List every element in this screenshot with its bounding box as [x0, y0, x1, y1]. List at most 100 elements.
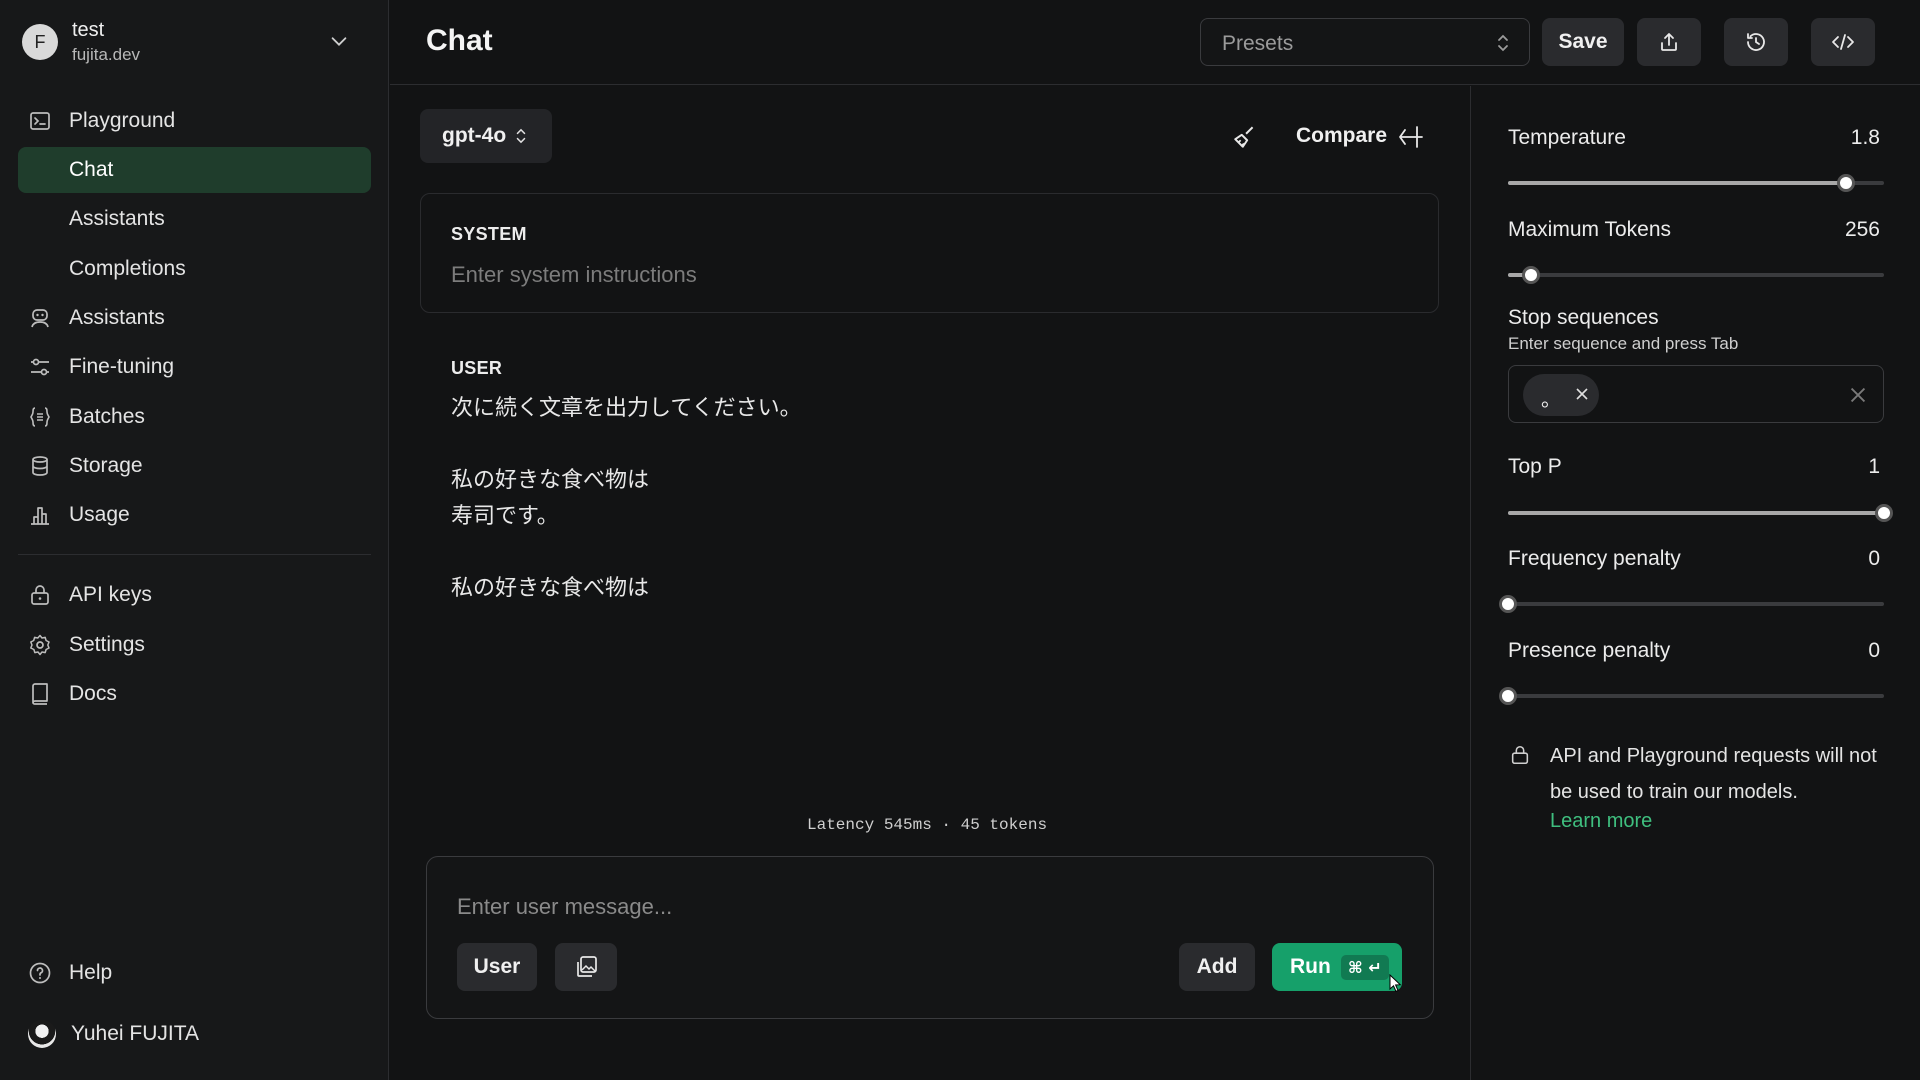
- bar-chart-icon: [28, 503, 52, 527]
- sidebar-item-playground[interactable]: Playground: [18, 98, 371, 144]
- chevron-down-icon[interactable]: [328, 30, 350, 52]
- org-domain: fujita.dev: [72, 45, 141, 64]
- presence-penalty-slider[interactable]: [1499, 687, 1884, 705]
- sidebar-item-label: API keys: [69, 583, 152, 606]
- sidebar-item-label: Assistants: [69, 306, 165, 329]
- presence-penalty-label: Presence penalty: [1508, 639, 1671, 662]
- frequency-penalty-label: Frequency penalty: [1508, 547, 1681, 570]
- header: Chat Presets Save: [390, 0, 1920, 85]
- sidebar-item-label: Batches: [69, 405, 145, 428]
- sidebar-item-usage[interactable]: Usage: [18, 492, 371, 538]
- run-button[interactable]: Run ⌘ ↵: [1272, 943, 1402, 991]
- clear-broom-icon[interactable]: [1232, 124, 1258, 150]
- slider-thumb[interactable]: [1875, 504, 1893, 522]
- learn-more-link[interactable]: Learn more: [1550, 810, 1652, 833]
- presets-select[interactable]: Presets: [1200, 18, 1530, 66]
- slider-thumb[interactable]: [1499, 595, 1517, 613]
- system-instructions-input[interactable]: Enter system instructions: [451, 262, 697, 288]
- stop-sequence-chip[interactable]: 。: [1523, 374, 1599, 416]
- avatar: [28, 1020, 56, 1048]
- sliders-icon: [28, 355, 52, 379]
- chevron-up-down-icon: [514, 125, 528, 147]
- lock-icon: [28, 583, 52, 607]
- history-icon: [1744, 30, 1768, 54]
- sidebar-item-storage[interactable]: Storage: [18, 443, 371, 489]
- temperature-value[interactable]: 1.8: [1851, 126, 1880, 150]
- frequency-penalty-value[interactable]: 0: [1868, 547, 1880, 571]
- run-shortcut: ⌘ ↵: [1340, 954, 1389, 980]
- sidebar-item-playground-assistants[interactable]: Assistants: [18, 196, 371, 242]
- code-icon: [1830, 30, 1856, 54]
- parameters-panel: Temperature 1.8 Maximum Tokens 256 Stop …: [1470, 86, 1920, 1080]
- clear-icon[interactable]: [1849, 386, 1867, 404]
- message-composer: Enter user message... User Add Run ⌘ ↵: [426, 856, 1434, 1019]
- compare-arrows-icon[interactable]: [1397, 124, 1425, 150]
- org-switcher[interactable]: F test fujita.dev: [18, 16, 358, 68]
- list-braces-icon: [28, 405, 52, 429]
- user-menu[interactable]: Yuhei FUJITA: [18, 1014, 199, 1054]
- chevron-up-down-icon: [1495, 32, 1511, 54]
- org-name: test: [72, 19, 105, 41]
- temperature-label: Temperature: [1508, 126, 1626, 149]
- history-button[interactable]: [1724, 18, 1788, 66]
- view-code-button[interactable]: [1811, 18, 1875, 66]
- presets-placeholder: Presets: [1222, 32, 1294, 55]
- database-icon: [28, 454, 52, 478]
- user-message-text[interactable]: 次に続く文章を出力してください。 私の好きな食べ物は 寿司です。 私の好きな食べ…: [451, 391, 802, 607]
- model-select[interactable]: gpt-4o: [420, 109, 552, 163]
- stop-sequences-label: Stop sequences: [1508, 306, 1659, 329]
- sidebar-item-label: Completions: [69, 257, 186, 280]
- stop-sequences-input[interactable]: 。: [1508, 365, 1884, 423]
- max-tokens-slider[interactable]: [1508, 266, 1884, 284]
- lock-icon: [1509, 743, 1531, 767]
- top-p-slider[interactable]: [1508, 504, 1893, 522]
- model-name: gpt-4o: [442, 124, 507, 147]
- stop-sequence-text: 。: [1541, 389, 1561, 411]
- max-tokens-label: Maximum Tokens: [1508, 218, 1671, 241]
- sidebar-item-label: Playground: [69, 109, 176, 132]
- terminal-icon: [28, 109, 52, 133]
- sidebar-item-batches[interactable]: Batches: [18, 394, 371, 440]
- temperature-slider[interactable]: [1508, 174, 1884, 192]
- top-p-value[interactable]: 1: [1868, 455, 1880, 479]
- presence-penalty-value[interactable]: 0: [1868, 639, 1880, 663]
- system-label: SYSTEM: [451, 224, 527, 244]
- sidebar-item-help[interactable]: Help: [18, 950, 371, 996]
- add-message-button[interactable]: Add: [1179, 943, 1255, 991]
- sidebar-item-api-keys[interactable]: API keys: [18, 572, 371, 618]
- slider-thumb[interactable]: [1499, 687, 1517, 705]
- sidebar-item-chat[interactable]: Chat: [18, 147, 371, 193]
- user-message-input[interactable]: Enter user message...: [457, 894, 672, 920]
- sidebar-item-fine-tuning[interactable]: Fine-tuning: [18, 344, 371, 390]
- save-button[interactable]: Save: [1542, 18, 1624, 66]
- sidebar-item-label: Fine-tuning: [69, 355, 175, 378]
- top-p-label: Top P: [1508, 455, 1562, 478]
- sidebar-item-docs[interactable]: Docs: [18, 671, 371, 717]
- slider-thumb[interactable]: [1837, 174, 1856, 192]
- page-title: Chat: [426, 24, 493, 57]
- latency-info: Latency 545ms · 45 tokens: [807, 816, 1048, 834]
- frequency-penalty-slider[interactable]: [1499, 595, 1884, 613]
- max-tokens-value[interactable]: 256: [1845, 218, 1880, 242]
- sidebar-item-label: Settings: [69, 633, 145, 656]
- attach-image-button[interactable]: [555, 943, 617, 991]
- sidebar-item-assistants[interactable]: Assistants: [18, 295, 371, 341]
- sidebar: F test fujita.dev Playground Chat Assist…: [0, 0, 389, 1080]
- book-icon: [28, 682, 52, 706]
- share-button[interactable]: [1637, 18, 1701, 66]
- user-name: Yuhei FUJITA: [71, 1022, 199, 1045]
- close-icon[interactable]: [1575, 387, 1589, 401]
- share-icon: [1657, 30, 1681, 54]
- slider-thumb[interactable]: [1521, 266, 1540, 284]
- compare-button[interactable]: Compare: [1296, 124, 1387, 148]
- sidebar-item-label: Docs: [69, 682, 117, 705]
- org-avatar: F: [22, 24, 58, 60]
- sidebar-item-label: Chat: [69, 158, 114, 181]
- role-toggle-button[interactable]: User: [457, 943, 537, 991]
- sidebar-item-completions[interactable]: Completions: [18, 246, 371, 292]
- sidebar-item-settings[interactable]: Settings: [18, 622, 371, 668]
- user-role-label[interactable]: USER: [451, 358, 502, 379]
- stop-sequences-help: Enter sequence and press Tab: [1508, 334, 1739, 353]
- sidebar-item-label: Help: [69, 961, 113, 984]
- system-message-box[interactable]: SYSTEM Enter system instructions: [420, 193, 1439, 313]
